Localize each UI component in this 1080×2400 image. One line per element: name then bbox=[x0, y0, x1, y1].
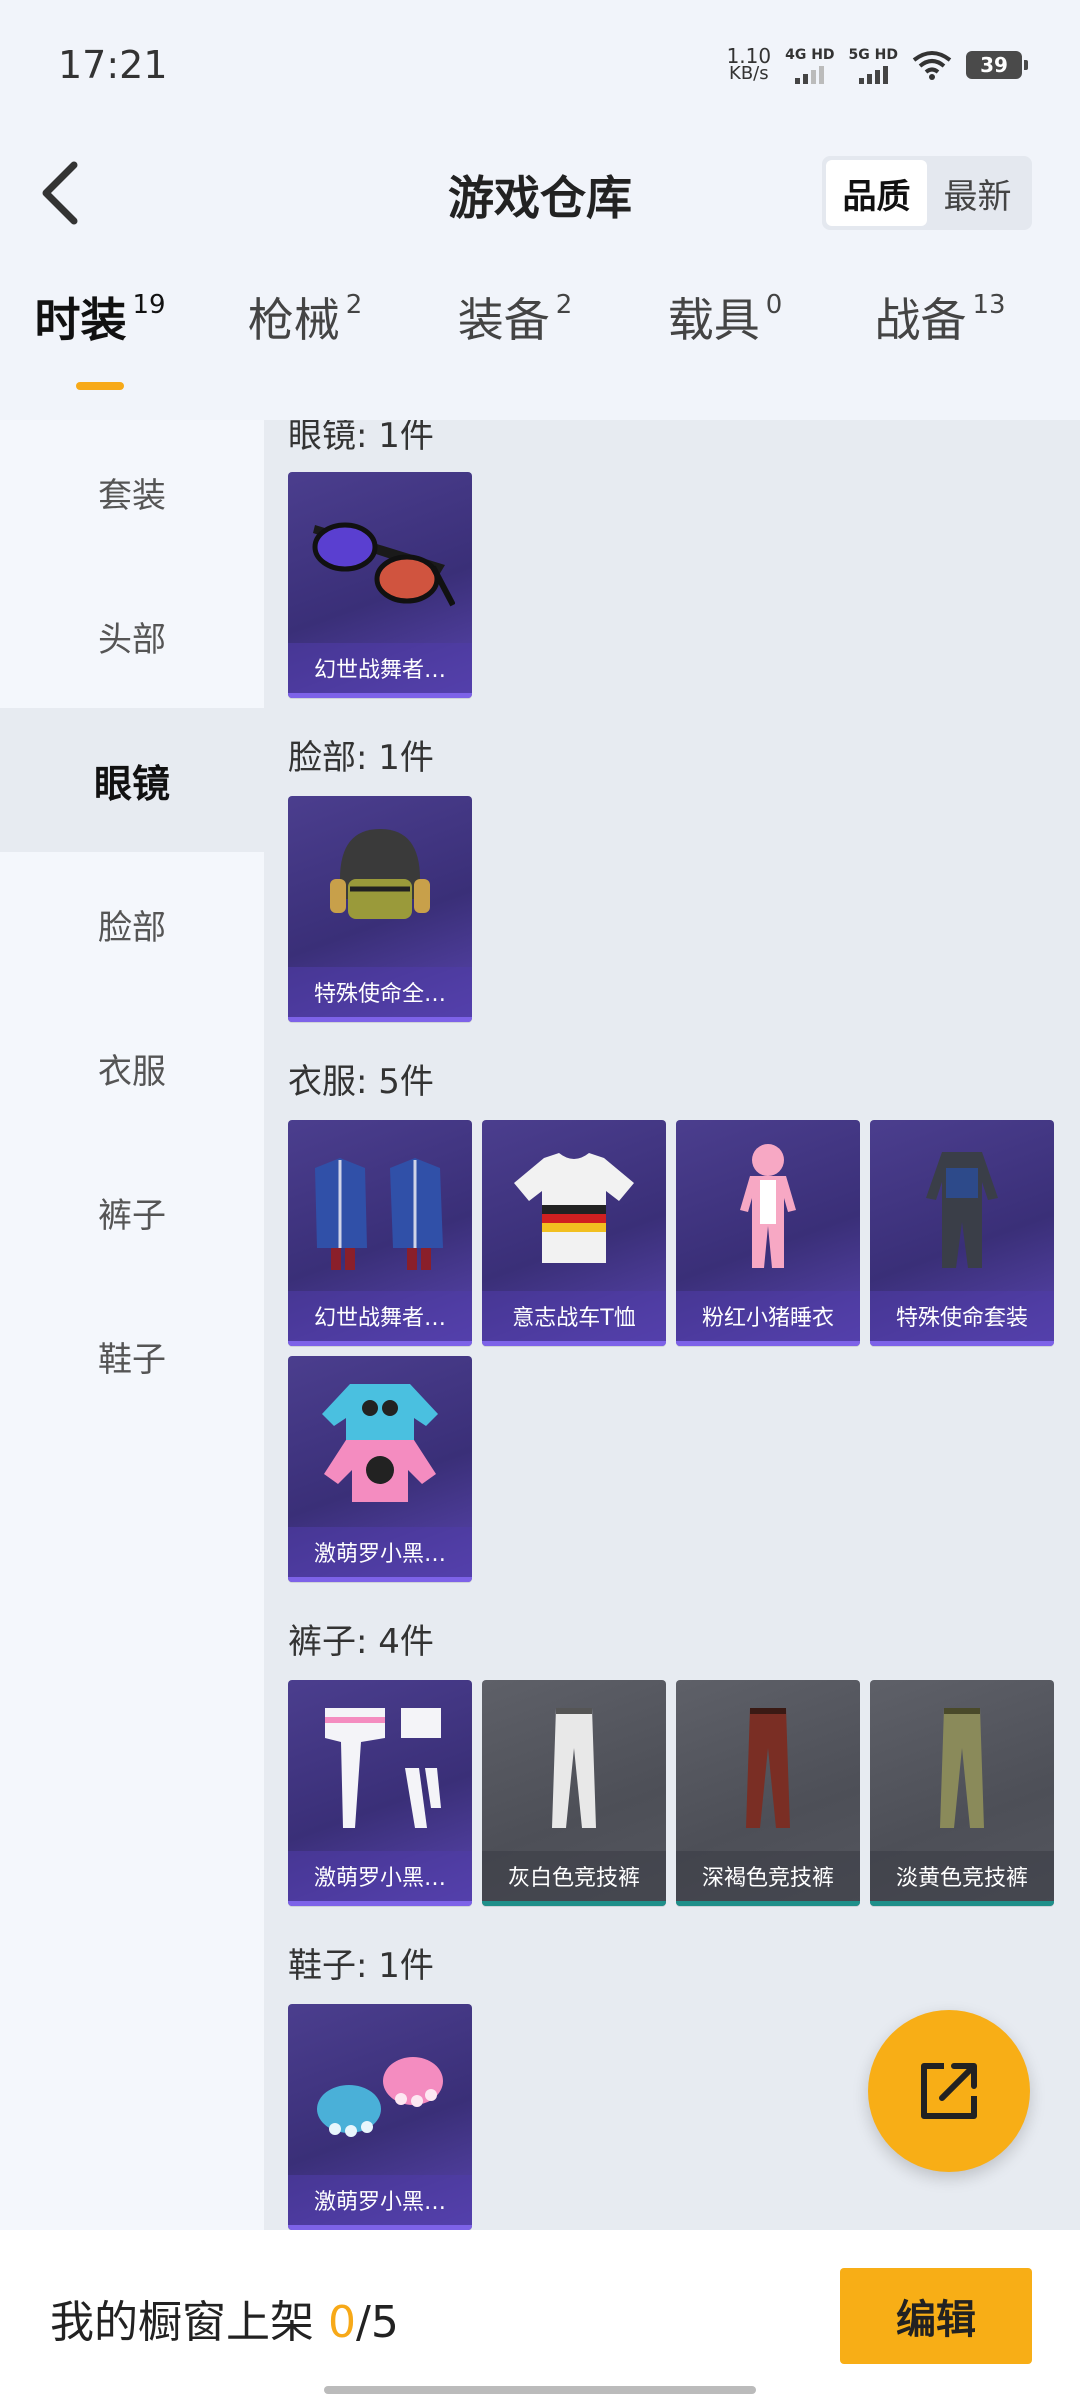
section-title-glasses: 眼镜: 1件 bbox=[288, 420, 434, 456]
sort-toggle: 品质 最新 bbox=[822, 156, 1032, 230]
sidebar-item-set[interactable]: 套装 bbox=[0, 420, 264, 564]
item-card[interactable]: 特殊使命全… bbox=[288, 796, 472, 1022]
bottom-bar: 我的橱窗上架 0/5 编辑 bbox=[0, 2230, 1080, 2400]
pants-icon bbox=[482, 1688, 666, 1848]
item-card[interactable]: 激萌罗小黑… bbox=[288, 2004, 472, 2230]
sidebar-item-pants[interactable]: 裤子 bbox=[0, 1140, 264, 1284]
hoodie-icon bbox=[288, 1364, 472, 1524]
item-card[interactable]: 激萌罗小黑… bbox=[288, 1680, 472, 1906]
tab-fashion[interactable]: 时装 19 bbox=[0, 290, 200, 410]
edit-button[interactable]: 编辑 bbox=[840, 2268, 1032, 2364]
sidebar-item-face[interactable]: 脸部 bbox=[0, 852, 264, 996]
paw-shoes-icon bbox=[288, 2012, 472, 2172]
section-title-shoes: 鞋子: 1件 bbox=[288, 1946, 434, 1986]
category-tabs: 时装 19 枪械 2 装备 2 载具 0 战备 13 bbox=[0, 290, 1080, 410]
sort-option-newest[interactable]: 最新 bbox=[927, 160, 1028, 226]
coat-icon bbox=[288, 1128, 472, 1288]
item-card[interactable]: 灰白色竞技裤 bbox=[482, 1680, 666, 1906]
suit-icon bbox=[870, 1128, 1054, 1288]
sidebar-item-shoes[interactable]: 鞋子 bbox=[0, 1284, 264, 1428]
stockings-icon bbox=[288, 1688, 472, 1848]
sunglasses-icon bbox=[288, 480, 472, 640]
tab-gear[interactable]: 战备 13 bbox=[830, 290, 1050, 410]
header: 游戏仓库 品质 最新 bbox=[0, 130, 1080, 260]
sim1-signal-icon: 4G HD bbox=[785, 47, 835, 84]
share-export-icon bbox=[921, 2063, 977, 2119]
tab-vehicles[interactable]: 载具 0 bbox=[620, 290, 830, 410]
sidebar-item-clothes[interactable]: 衣服 bbox=[0, 996, 264, 1140]
status-time: 17:21 bbox=[58, 43, 168, 87]
section-title-pants: 裤子: 4件 bbox=[288, 1622, 434, 1662]
section-title-clothes: 衣服: 5件 bbox=[288, 1062, 434, 1102]
sidebar: 套装 头部 眼镜 脸部 衣服 裤子 鞋子 bbox=[0, 420, 264, 2230]
sort-option-quality[interactable]: 品质 bbox=[826, 160, 927, 226]
item-grid-area: 眼镜: 1件 幻世战舞者… 脸部: 1件 特殊使命全… 衣服: 5件 幻世战舞者… bbox=[264, 420, 1080, 2230]
item-card[interactable]: 意志战车T恤 bbox=[482, 1120, 666, 1346]
tshirt-icon bbox=[482, 1128, 666, 1288]
network-speed: 1.10 KB/s bbox=[726, 44, 772, 84]
showcase-status: 我的橱窗上架 0/5 bbox=[50, 2297, 399, 2348]
helmet-icon bbox=[288, 804, 472, 964]
item-card[interactable]: 深褐色竞技裤 bbox=[676, 1680, 860, 1906]
pants-icon bbox=[676, 1688, 860, 1848]
home-indicator[interactable] bbox=[324, 2386, 756, 2394]
tab-weapons[interactable]: 枪械 2 bbox=[200, 290, 410, 410]
tab-active-indicator bbox=[76, 382, 124, 390]
pajamas-icon bbox=[676, 1128, 860, 1288]
item-card[interactable]: 幻世战舞者… bbox=[288, 1120, 472, 1346]
tab-equipment[interactable]: 装备 2 bbox=[410, 290, 620, 410]
sidebar-item-glasses[interactable]: 眼镜 bbox=[0, 708, 264, 852]
item-card[interactable]: 粉红小猪睡衣 bbox=[676, 1120, 860, 1346]
status-icons: 1.10 KB/s 4G HD 5G HD 39 bbox=[726, 44, 1028, 84]
showcase-count: 0 bbox=[328, 2297, 356, 2348]
pants-icon bbox=[870, 1688, 1054, 1848]
item-card[interactable]: 幻世战舞者… bbox=[288, 472, 472, 698]
item-card[interactable]: 淡黄色竞技裤 bbox=[870, 1680, 1054, 1906]
status-bar: 17:21 1.10 KB/s 4G HD 5G HD 39 bbox=[0, 0, 1080, 130]
item-card[interactable]: 激萌罗小黑… bbox=[288, 1356, 472, 1582]
section-title-face: 脸部: 1件 bbox=[288, 738, 434, 778]
wifi-icon bbox=[912, 51, 952, 80]
showcase-total: 5 bbox=[370, 2297, 399, 2348]
battery-icon: 39 bbox=[966, 51, 1028, 79]
item-card[interactable]: 特殊使命套装 bbox=[870, 1120, 1054, 1346]
sim2-signal-icon: 5G HD bbox=[849, 47, 898, 84]
sidebar-item-head[interactable]: 头部 bbox=[0, 564, 264, 708]
share-button[interactable] bbox=[868, 2010, 1030, 2172]
